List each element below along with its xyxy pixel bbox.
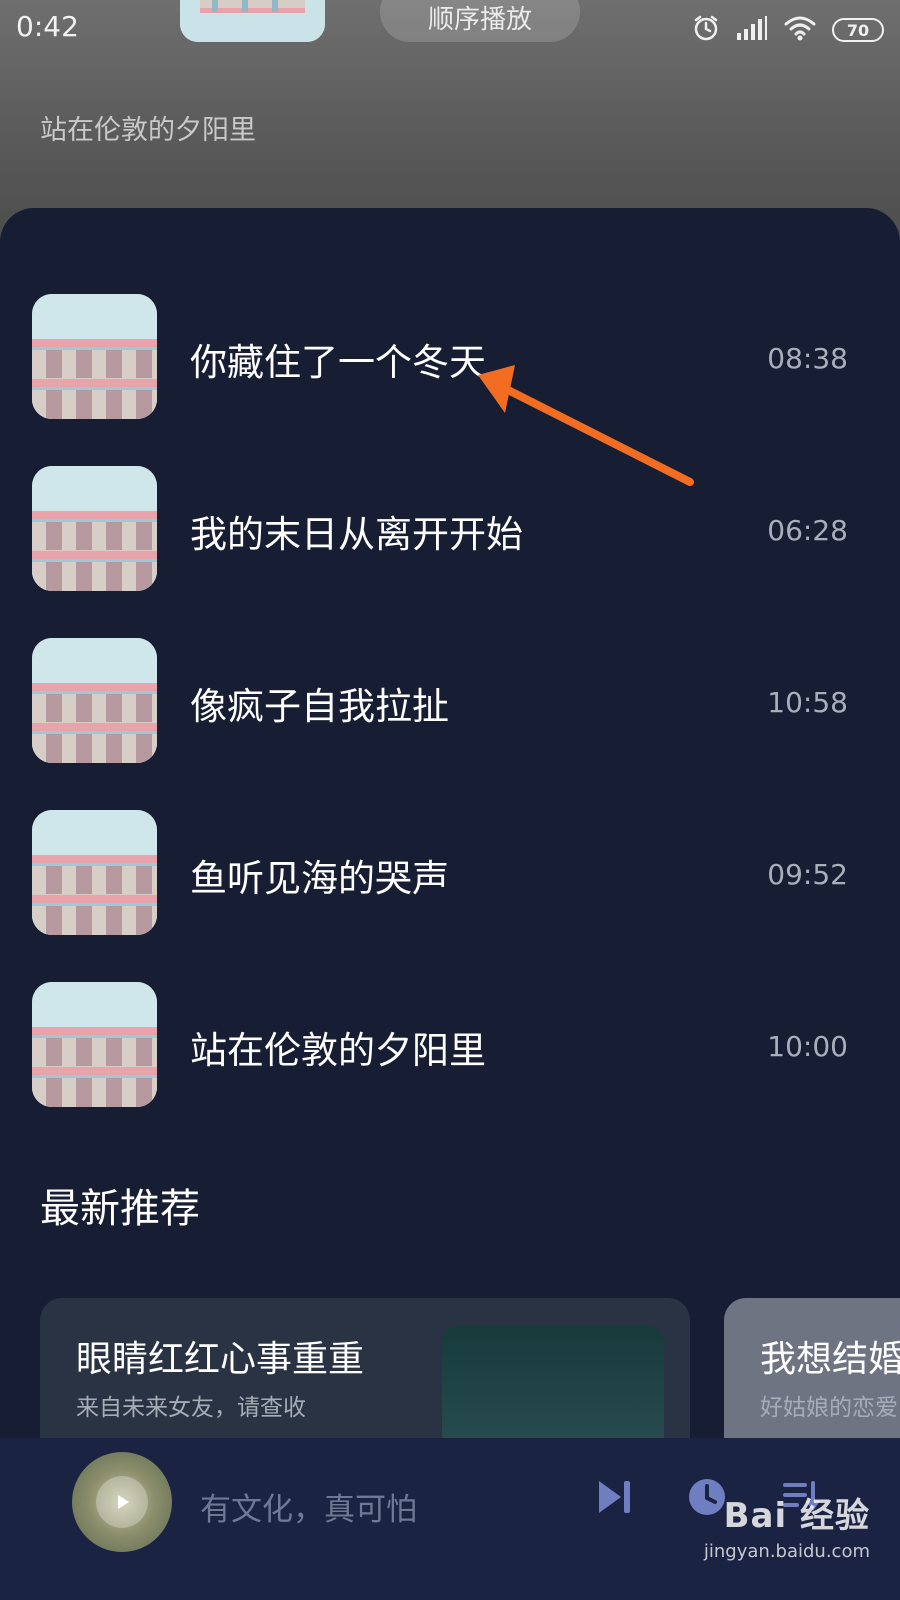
song-row[interactable]: 站在伦敦的夕阳里 10:00 (0, 982, 900, 1152)
recommend-card-title: 我想结婚 (760, 1339, 900, 1380)
song-row[interactable]: 我的末日从离开开始 06:28 (0, 466, 900, 636)
song-duration: 06:28 (767, 514, 848, 547)
status-time: 0:42 (16, 10, 79, 43)
song-duration: 08:38 (767, 342, 848, 375)
song-row[interactable]: 鱼听见海的哭声 09:52 (0, 810, 900, 980)
song-duration: 10:00 (767, 1030, 848, 1063)
wifi-icon (784, 15, 816, 45)
song-cover (32, 638, 157, 763)
song-title: 像疯子自我拉扯 (190, 685, 449, 728)
header-subtitle: 站在伦敦的夕阳里 (40, 115, 256, 146)
timer-icon[interactable] (682, 1472, 732, 1522)
battery-icon: 70 (832, 18, 884, 42)
song-title: 鱼听见海的哭声 (190, 857, 449, 900)
play-mode-button[interactable]: 顺序播放 (380, 0, 580, 42)
signal-icon (736, 15, 768, 45)
song-title: 站在伦敦的夕阳里 (190, 1029, 486, 1072)
song-duration: 10:58 (767, 686, 848, 719)
app-screen: 0:42 顺序播放 70 站在伦敦的夕阳里 你藏住了一个冬天 08:38 我的末… (0, 0, 900, 1600)
now-playing-cover[interactable] (72, 1452, 172, 1552)
now-playing-title: 有文化，真可怕 (200, 1492, 417, 1528)
alarm-icon (692, 14, 720, 46)
play-icon[interactable] (96, 1476, 148, 1528)
song-cover (32, 810, 157, 935)
section-title: 最新推荐 (40, 1186, 200, 1232)
song-list-panel: 你藏住了一个冬天 08:38 我的末日从离开开始 06:28 像疯子自我拉扯 1… (0, 208, 900, 1600)
status-icons: 70 (692, 14, 884, 46)
song-cover (32, 982, 157, 1107)
top-cover-image[interactable] (180, 0, 325, 42)
song-row[interactable]: 像疯子自我拉扯 10:58 (0, 638, 900, 808)
recommend-card-title: 眼睛红红心事重重 (76, 1339, 365, 1380)
recommend-card-subtitle: 好姑娘的恋爱 (760, 1395, 898, 1421)
recommend-card-subtitle: 来自未来女友，请查收 (76, 1395, 306, 1421)
song-duration: 09:52 (767, 858, 848, 891)
song-cover (32, 466, 157, 591)
song-row[interactable]: 你藏住了一个冬天 08:38 (0, 294, 900, 464)
mini-player[interactable]: 有文化，真可怕 (0, 1438, 900, 1600)
song-cover (32, 294, 157, 419)
song-title: 我的末日从离开开始 (190, 513, 523, 556)
song-title: 你藏住了一个冬天 (190, 341, 486, 384)
playlist-icon[interactable] (776, 1472, 826, 1522)
next-icon[interactable] (590, 1472, 640, 1522)
